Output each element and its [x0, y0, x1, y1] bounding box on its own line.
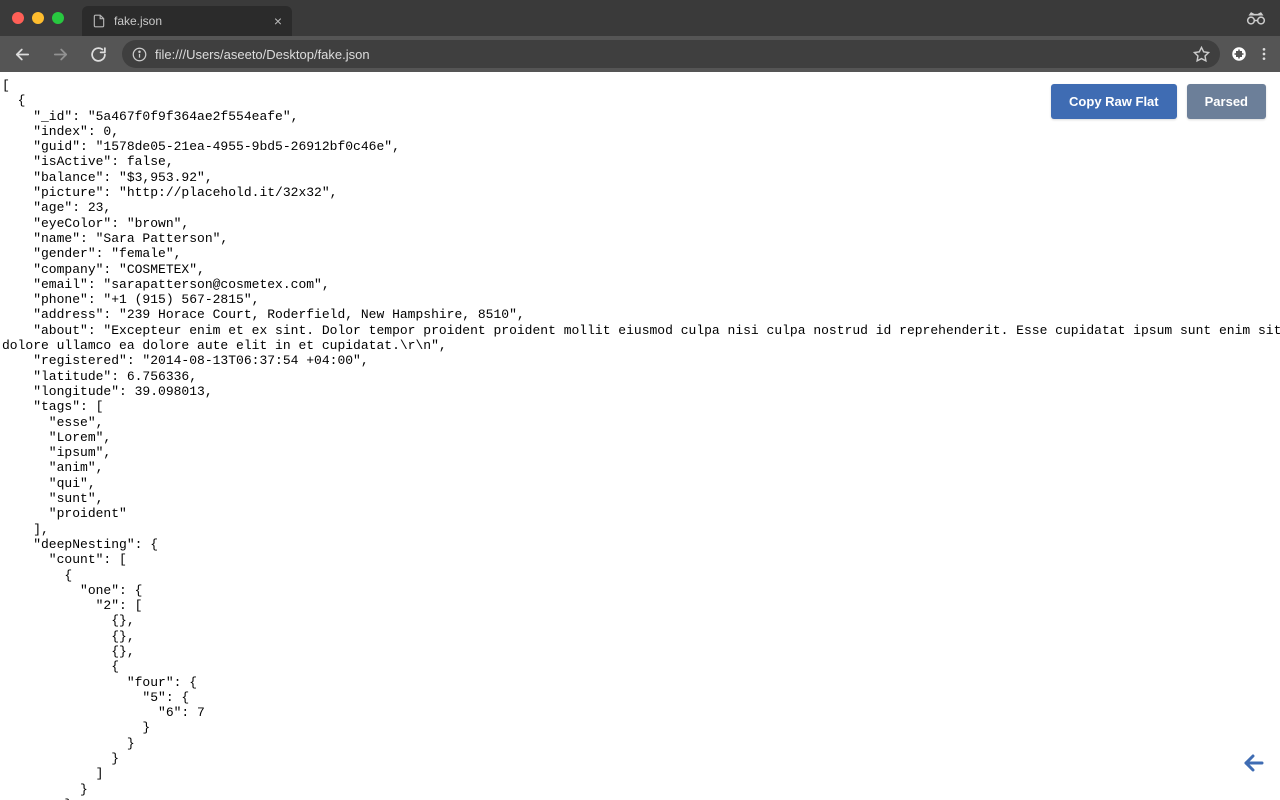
info-icon[interactable]	[132, 47, 147, 62]
nav-back-button[interactable]	[8, 40, 36, 68]
url-text: file:///Users/aseeto/Desktop/fake.json	[155, 47, 370, 62]
window-maximize-button[interactable]	[52, 12, 64, 24]
traffic-lights	[8, 12, 64, 24]
page-content: Copy Raw Flat Parsed [ { "_id": "5a467f0…	[0, 72, 1280, 800]
json-text[interactable]: [ { "_id": "5a467f0f9f364ae2f554eafe", "…	[0, 72, 1280, 800]
scroll-back-arrow[interactable]	[1242, 751, 1266, 782]
file-icon	[92, 14, 106, 28]
arrow-right-icon	[52, 46, 69, 63]
arrow-left-icon	[14, 46, 31, 63]
reload-icon	[90, 46, 107, 63]
copy-raw-flat-button[interactable]: Copy Raw Flat	[1051, 84, 1177, 119]
nav-forward-button[interactable]	[46, 40, 74, 68]
toolbar: file:///Users/aseeto/Desktop/fake.json	[0, 36, 1280, 72]
star-icon[interactable]	[1193, 46, 1210, 63]
action-buttons: Copy Raw Flat Parsed	[1051, 84, 1266, 119]
window-minimize-button[interactable]	[32, 12, 44, 24]
tab-title: fake.json	[114, 14, 266, 28]
menu-icon[interactable]	[1256, 46, 1272, 62]
incognito-icon	[1246, 11, 1266, 25]
window-titlebar: fake.json ×	[0, 0, 1280, 36]
address-bar[interactable]: file:///Users/aseeto/Desktop/fake.json	[122, 40, 1220, 68]
nav-reload-button[interactable]	[84, 40, 112, 68]
arrow-left-icon	[1242, 751, 1266, 775]
window-close-button[interactable]	[12, 12, 24, 24]
tab-close-icon[interactable]: ×	[274, 13, 282, 29]
extension-icon[interactable]	[1230, 45, 1248, 63]
parsed-button[interactable]: Parsed	[1187, 84, 1266, 119]
browser-tab[interactable]: fake.json ×	[82, 6, 292, 36]
